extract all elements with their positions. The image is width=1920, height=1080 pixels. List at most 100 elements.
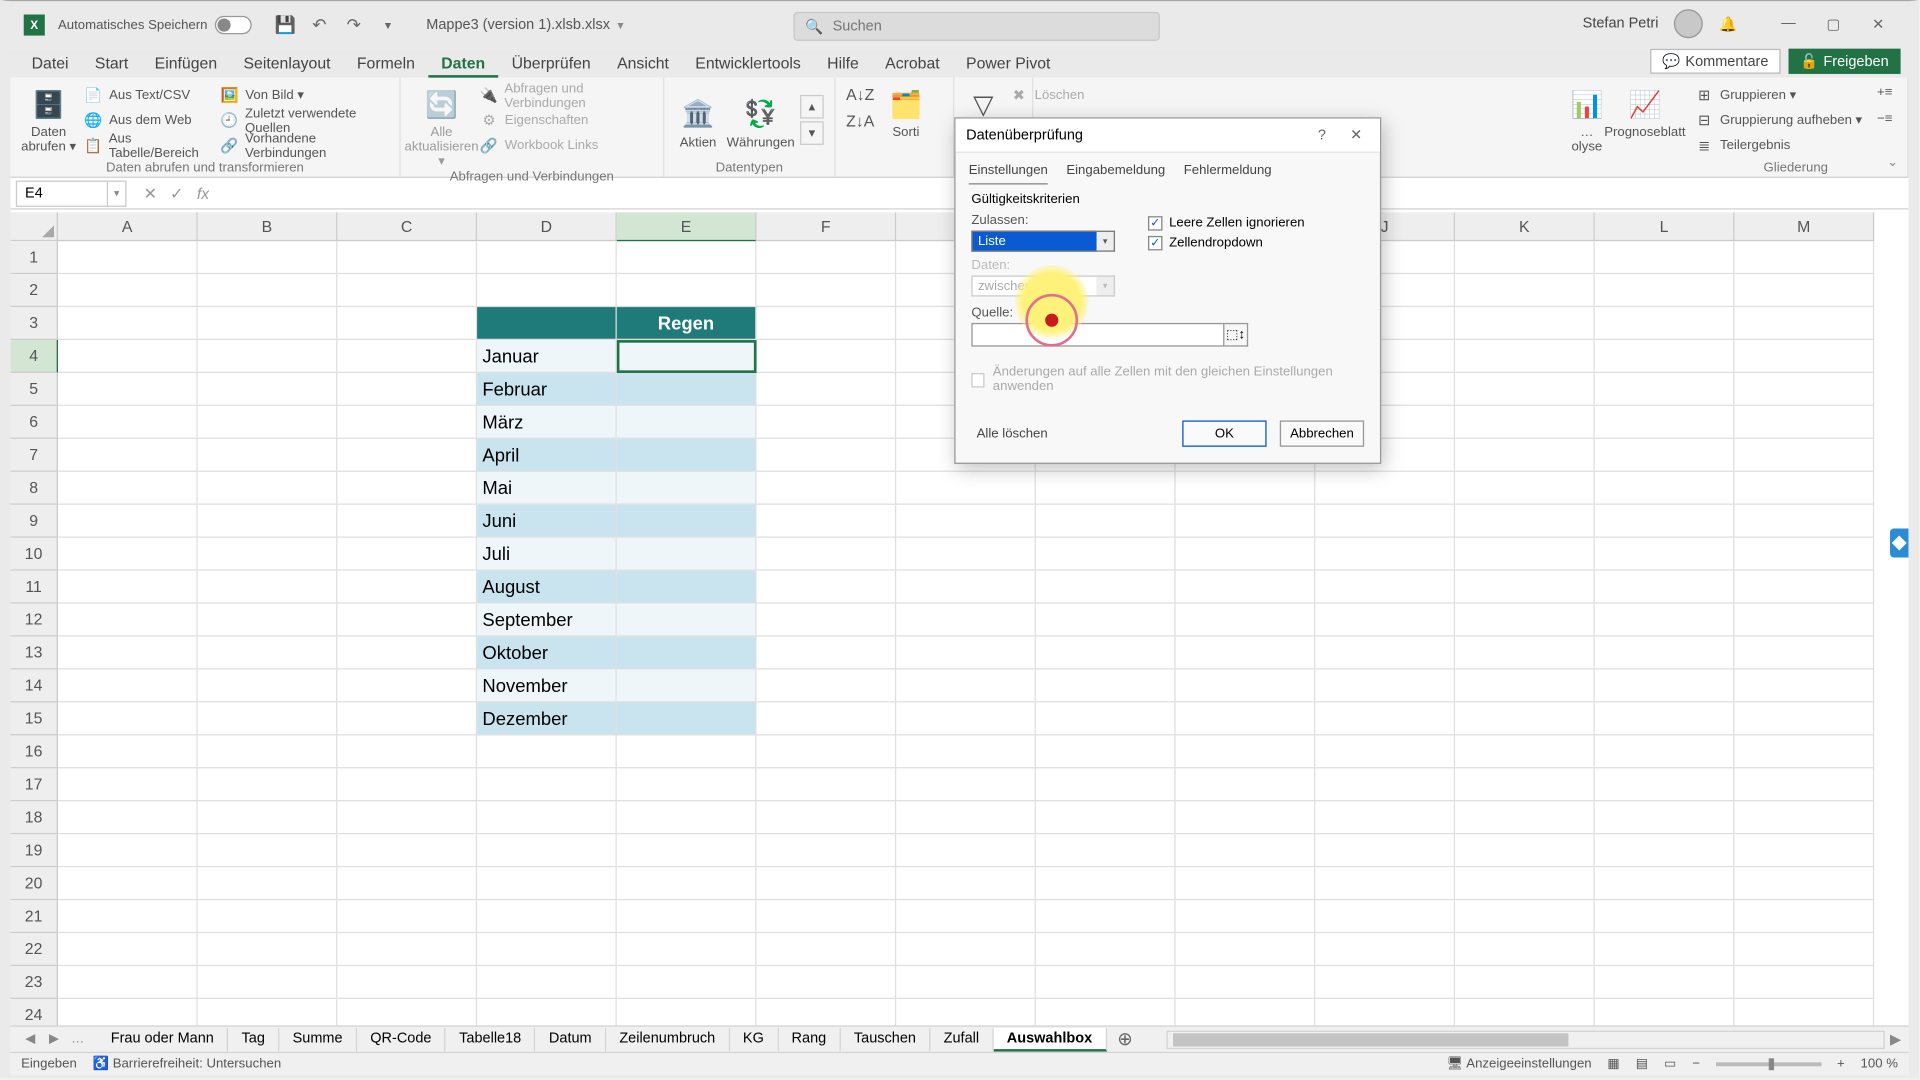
cell[interactable] bbox=[1176, 604, 1316, 637]
cell[interactable] bbox=[1734, 867, 1874, 900]
cell[interactable] bbox=[58, 933, 198, 966]
sheet-tab[interactable]: KG bbox=[730, 1027, 779, 1051]
hscroll[interactable] bbox=[1167, 1030, 1885, 1048]
close-icon[interactable]: ✕ bbox=[1856, 9, 1901, 38]
cell[interactable] bbox=[1176, 900, 1316, 933]
from-image[interactable]: 🖼️Von Bild ▾ bbox=[220, 84, 388, 106]
cell[interactable] bbox=[617, 768, 757, 801]
cell[interactable] bbox=[757, 604, 897, 637]
clear-all-button[interactable]: Alle löschen bbox=[971, 420, 1055, 446]
view-layout-icon[interactable]: ▤ bbox=[1636, 1057, 1648, 1071]
cell[interactable] bbox=[757, 373, 897, 406]
cell[interactable] bbox=[617, 637, 757, 670]
cell[interactable] bbox=[58, 637, 198, 670]
cell[interactable] bbox=[58, 241, 198, 274]
cell[interactable] bbox=[1036, 768, 1176, 801]
cancel-formula-icon[interactable]: ✕ bbox=[137, 180, 163, 206]
cell[interactable] bbox=[1734, 472, 1874, 505]
cell[interactable] bbox=[757, 867, 897, 900]
cell[interactable] bbox=[1595, 571, 1735, 604]
cell[interactable] bbox=[1176, 966, 1316, 999]
cell[interactable] bbox=[1734, 241, 1874, 274]
cell[interactable] bbox=[1734, 505, 1874, 538]
col-header[interactable]: L bbox=[1595, 212, 1735, 241]
cell[interactable] bbox=[1734, 340, 1874, 373]
get-data-button[interactable]: 🗄️ Daten abrufen ▾ bbox=[21, 80, 76, 154]
row-header[interactable]: 7 bbox=[11, 439, 58, 472]
cell[interactable] bbox=[1036, 472, 1176, 505]
cell[interactable] bbox=[896, 670, 1036, 703]
row-header[interactable]: 10 bbox=[11, 538, 58, 571]
cell[interactable] bbox=[617, 702, 757, 735]
cell[interactable] bbox=[757, 768, 897, 801]
from-table[interactable]: 📋Aus Tabelle/Bereich bbox=[84, 134, 212, 156]
cell[interactable] bbox=[337, 637, 477, 670]
cell[interactable] bbox=[198, 439, 338, 472]
cell[interactable] bbox=[1036, 834, 1176, 867]
help-icon[interactable]: ? bbox=[1309, 123, 1335, 147]
cell[interactable] bbox=[617, 340, 757, 373]
cell[interactable] bbox=[1176, 702, 1316, 735]
cell[interactable] bbox=[757, 571, 897, 604]
cell[interactable] bbox=[1734, 274, 1874, 307]
cell[interactable] bbox=[477, 307, 617, 340]
cell[interactable] bbox=[58, 406, 198, 439]
cell[interactable] bbox=[1595, 966, 1735, 999]
cell[interactable] bbox=[1455, 472, 1595, 505]
dialog-tab-eingabemeldung[interactable]: Eingabemeldung bbox=[1066, 158, 1165, 184]
col-header[interactable]: A bbox=[58, 212, 198, 241]
row-header[interactable]: 13 bbox=[11, 637, 58, 670]
cell[interactable] bbox=[58, 307, 198, 340]
cell[interactable]: Januar bbox=[477, 340, 617, 373]
row-header[interactable]: 14 bbox=[11, 670, 58, 703]
whatif-button[interactable]: 📊 … olyse bbox=[1568, 80, 1605, 154]
row-header[interactable]: 19 bbox=[11, 834, 58, 867]
cell[interactable] bbox=[477, 801, 617, 834]
cell[interactable] bbox=[617, 373, 757, 406]
cell[interactable] bbox=[198, 307, 338, 340]
side-panel-toggle[interactable] bbox=[1890, 529, 1908, 558]
ok-button[interactable]: OK bbox=[1182, 420, 1266, 446]
cell[interactable] bbox=[1595, 637, 1735, 670]
row-header[interactable]: 9 bbox=[11, 505, 58, 538]
cell[interactable] bbox=[1036, 637, 1176, 670]
cell[interactable] bbox=[337, 867, 477, 900]
cell[interactable] bbox=[1734, 933, 1874, 966]
tab-überprüfen[interactable]: Überprüfen bbox=[498, 50, 604, 78]
tab-prev-icon[interactable]: ▶ bbox=[42, 1032, 66, 1046]
allow-select[interactable]: Liste ▾ bbox=[971, 231, 1098, 252]
cell[interactable] bbox=[896, 472, 1036, 505]
ignore-blank-checkbox[interactable]: ✓Leere Zellen ignorieren bbox=[1148, 215, 1305, 229]
cell[interactable] bbox=[1734, 604, 1874, 637]
cell[interactable] bbox=[617, 538, 757, 571]
in-cell-dropdown-checkbox[interactable]: ✓Zellendropdown bbox=[1148, 235, 1305, 249]
row-header[interactable]: 1 bbox=[11, 241, 58, 274]
cell[interactable] bbox=[1595, 538, 1735, 571]
cell[interactable] bbox=[1734, 373, 1874, 406]
cell[interactable] bbox=[198, 604, 338, 637]
cell[interactable] bbox=[1595, 604, 1735, 637]
cell[interactable] bbox=[58, 834, 198, 867]
cell[interactable] bbox=[1734, 900, 1874, 933]
cell[interactable] bbox=[198, 505, 338, 538]
cell[interactable] bbox=[1176, 867, 1316, 900]
row-header[interactable]: 22 bbox=[11, 933, 58, 966]
cell[interactable] bbox=[1455, 373, 1595, 406]
cell[interactable] bbox=[896, 735, 1036, 768]
cell[interactable] bbox=[1176, 801, 1316, 834]
sort-asc-icon[interactable]: A↓Z bbox=[846, 86, 874, 104]
cell[interactable] bbox=[198, 702, 338, 735]
col-header[interactable]: C bbox=[337, 212, 477, 241]
autosave[interactable]: Automatisches Speichern bbox=[58, 16, 252, 34]
fx-icon[interactable]: fx bbox=[190, 180, 216, 206]
row-header[interactable]: 16 bbox=[11, 735, 58, 768]
cell[interactable] bbox=[1315, 670, 1455, 703]
maximize-icon[interactable]: ▢ bbox=[1811, 9, 1856, 38]
cell[interactable] bbox=[1315, 933, 1455, 966]
cell[interactable]: Juni bbox=[477, 505, 617, 538]
zoom-level[interactable]: 100 % bbox=[1861, 1057, 1898, 1071]
cell[interactable] bbox=[1595, 307, 1735, 340]
cell[interactable] bbox=[1176, 670, 1316, 703]
sheet-tab[interactable]: Auswahlbox bbox=[994, 1027, 1107, 1051]
qat-dd-icon[interactable]: ▼ bbox=[374, 11, 403, 40]
